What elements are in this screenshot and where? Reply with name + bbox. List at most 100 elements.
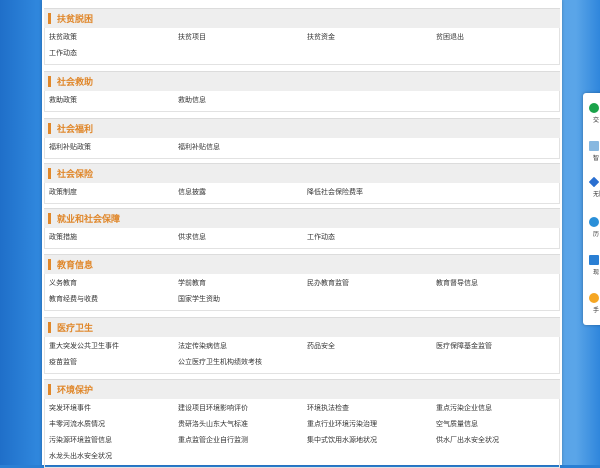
section-link[interactable]: 医疗保障基金监管	[436, 339, 565, 355]
section-link[interactable]: 污染源环境监管信息	[49, 433, 178, 449]
section-accent-bar	[48, 123, 51, 134]
section-title[interactable]: 就业和社会保障	[57, 212, 120, 225]
section-link[interactable]: 药品安全	[307, 339, 436, 355]
section-3: 社会保险政策制度 信息披露 降低社会保险费率	[44, 163, 560, 204]
section-link[interactable]: 供求信息	[178, 230, 307, 246]
section-link[interactable]: 贵研洛头山东大气标准	[178, 417, 307, 433]
section-link[interactable]: 突发环境事件	[49, 401, 178, 417]
mobile-icon	[589, 255, 599, 265]
toolbar-item[interactable]: 现	[589, 255, 600, 276]
toolbar-item[interactable]: 智	[589, 141, 600, 162]
main-content-panel: 扶贫脱困 扶贫政策 扶贫项目 扶贫资金 贫困退出 工作动态 社会救助 救助政策 救助信息 社会福利…	[42, 0, 562, 468]
toolbar-item-label: 智	[593, 155, 600, 162]
toolbar-item-label: 手	[593, 307, 600, 314]
green-dot-icon	[589, 103, 599, 113]
toolbar-item[interactable]: 无障	[588, 176, 600, 198]
section-links: 重大突发公共卫生事件 法定传染病信息 药品安全 医疗保障基金监管 疫苗监管 公立医疗卫生机…	[44, 337, 560, 374]
section-links: 突发环境事件 建设项目环境影响评价 环境执法检查 重点污染企业信息 丰零河流水质情况 贵研…	[44, 399, 560, 468]
section-link[interactable]: 工作动态	[49, 46, 178, 62]
section-links: 政策措施 供求信息 工作动态	[44, 228, 560, 249]
section-accent-bar	[48, 322, 51, 333]
section-header: 社会救助	[44, 71, 560, 91]
toolbar-item-label: 无障	[593, 191, 600, 198]
section-link[interactable]: 贫困退出	[436, 30, 565, 46]
section-accent-bar	[48, 76, 51, 87]
section-link[interactable]: 重点污染企业信息	[436, 401, 565, 417]
section-title[interactable]: 社会福利	[57, 122, 93, 135]
toolbar-item[interactable]: 交	[589, 103, 600, 124]
toolbar-item-label: 现	[593, 269, 600, 276]
section-link[interactable]: 工作动态	[307, 230, 436, 246]
section-link[interactable]: 政策制度	[49, 185, 178, 201]
toolbar-item-label: 交	[593, 117, 600, 124]
section-link[interactable]: 信息披露	[178, 185, 307, 201]
section-link[interactable]: 扶贫政策	[49, 30, 178, 46]
floating-toolbar: 交智无障历现手	[583, 93, 600, 325]
section-link[interactable]: 民办教育监管	[307, 276, 436, 292]
section-link[interactable]: 国家学生资助	[178, 292, 307, 308]
section-title[interactable]: 社会救助	[57, 75, 93, 88]
section-link[interactable]: 福利补贴信息	[178, 140, 307, 156]
section-1: 社会救助救助政策 救助信息	[44, 71, 560, 112]
diamond-icon	[588, 176, 600, 188]
section-link[interactable]: 水龙头出水安全状况	[49, 449, 178, 465]
section-header: 扶贫脱困	[44, 8, 560, 28]
section-accent-bar	[48, 259, 51, 270]
toolbar-item-label: 历	[593, 231, 600, 238]
section-link[interactable]: 重大突发公共卫生事件	[49, 339, 178, 355]
section-link[interactable]: 降低社会保险费率	[307, 185, 436, 201]
section-links: 义务教育 学前教育 民办教育监管 教育督导信息 教育经费与收费 国家学生资助	[44, 274, 560, 311]
section-header: 教育信息	[44, 254, 560, 274]
section-title[interactable]: 环境保护	[57, 383, 93, 396]
section-link[interactable]: 政策措施	[49, 230, 178, 246]
section-title[interactable]: 教育信息	[57, 258, 93, 271]
section-accent-bar	[48, 213, 51, 224]
section-link[interactable]: 福利补贴政策	[49, 140, 178, 156]
section-links: 救助政策 救助信息	[44, 91, 560, 112]
section-link[interactable]: 法定传染病信息	[178, 339, 307, 355]
section-header: 就业和社会保障	[44, 208, 560, 228]
section-2: 社会福利福利补贴政策 福利补贴信息	[44, 118, 560, 159]
section-4: 就业和社会保障政策措施 供求信息 工作动态	[44, 208, 560, 249]
section-link[interactable]: 救助政策	[49, 93, 178, 109]
section-link[interactable]: 救助信息	[178, 93, 307, 109]
section-0: 扶贫脱困扶贫政策 扶贫项目 扶贫资金 贫困退出 工作动态	[44, 8, 560, 65]
section-link[interactable]: 建设项目环境影响评价	[178, 401, 307, 417]
circle-icon	[589, 217, 599, 227]
section-link[interactable]: 疫苗监管	[49, 355, 178, 371]
section-links: 政策制度 信息披露 降低社会保险费率	[44, 183, 560, 204]
section-title[interactable]: 医疗卫生	[57, 321, 93, 334]
section-6: 医疗卫生重大突发公共卫生事件 法定传染病信息 药品安全 医疗保障基金监管 疫苗监管 公立医…	[44, 317, 560, 374]
toolbar-item[interactable]: 历	[589, 217, 600, 238]
section-link[interactable]: 供水厂出水安全状况	[436, 433, 565, 449]
sun-icon	[589, 293, 599, 303]
section-link[interactable]: 集中式饮用水源地状况	[307, 433, 436, 449]
toolbar-item[interactable]: 手	[589, 293, 600, 314]
section-link[interactable]: 义务教育	[49, 276, 178, 292]
section-accent-bar	[48, 13, 51, 24]
section-link[interactable]: 空气质量信息	[436, 417, 565, 433]
section-header: 医疗卫生	[44, 317, 560, 337]
section-accent-bar	[48, 168, 51, 179]
section-title[interactable]: 社会保险	[57, 167, 93, 180]
section-link[interactable]: 环境执法检查	[307, 401, 436, 417]
section-header: 社会保险	[44, 163, 560, 183]
section-link[interactable]: 教育经费与收费	[49, 292, 178, 308]
section-header: 环境保护	[44, 379, 560, 399]
section-link[interactable]: 重点行业环境污染治理	[307, 417, 436, 433]
section-link[interactable]: 扶贫项目	[178, 30, 307, 46]
section-link[interactable]: 公立医疗卫生机构绩效考核	[178, 355, 307, 371]
section-link[interactable]: 丰零河流水质情况	[49, 417, 178, 433]
section-7: 环境保护突发环境事件 建设项目环境影响评价 环境执法检查 重点污染企业信息 丰零河流水质…	[44, 379, 560, 468]
section-link[interactable]: 教育督导信息	[436, 276, 565, 292]
section-link[interactable]: 扶贫资金	[307, 30, 436, 46]
section-link[interactable]: 重点监管企业自行监测	[178, 433, 307, 449]
section-links: 扶贫政策 扶贫项目 扶贫资金 贫困退出 工作动态	[44, 28, 560, 65]
doc-icon	[589, 141, 599, 151]
section-link[interactable]: 学前教育	[178, 276, 307, 292]
section-5: 教育信息义务教育 学前教育 民办教育监管 教育督导信息 教育经费与收费 国家学生资助	[44, 254, 560, 311]
section-title[interactable]: 扶贫脱困	[57, 12, 93, 25]
section-accent-bar	[48, 384, 51, 395]
section-links: 福利补贴政策 福利补贴信息	[44, 138, 560, 159]
section-header: 社会福利	[44, 118, 560, 138]
